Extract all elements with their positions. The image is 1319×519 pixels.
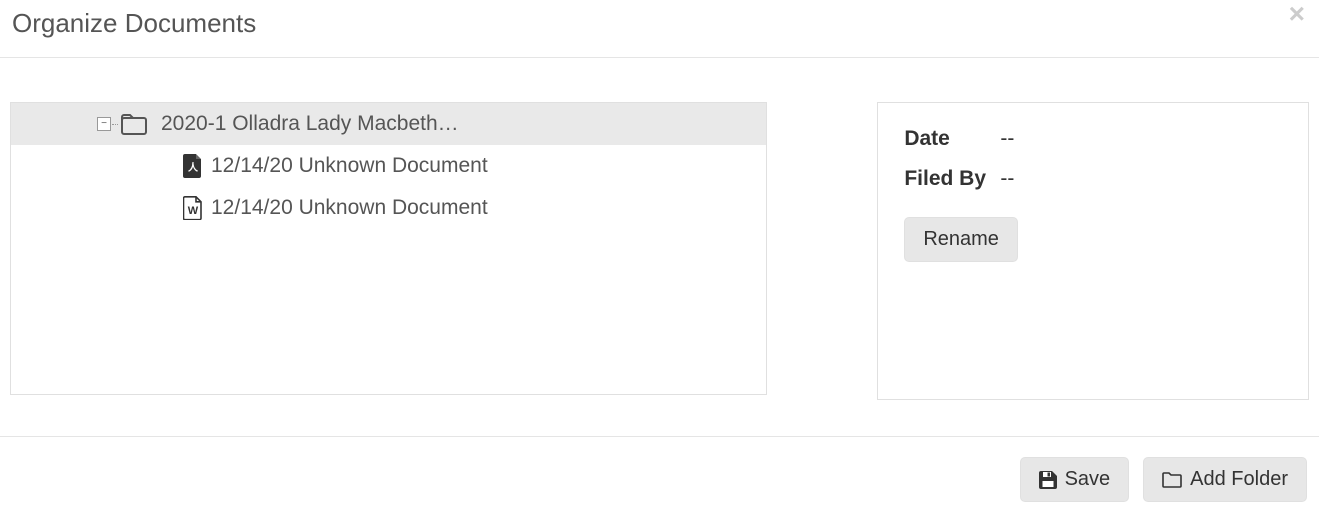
details-panel: Date -- Filed By -- Rename <box>877 102 1309 400</box>
detail-value: -- <box>1000 167 1014 191</box>
word-file-icon: W <box>183 196 203 220</box>
tree-file-row[interactable]: W 12/14/20 Unknown Document <box>11 187 766 229</box>
save-button-label: Save <box>1065 468 1111 491</box>
svg-text:W: W <box>188 205 199 217</box>
modal-body: − 2020-1 Olladra Lady Macbeth… 人 12/14/2… <box>0 58 1319 400</box>
svg-text:人: 人 <box>188 161 199 174</box>
detail-value: -- <box>1000 127 1014 151</box>
save-icon <box>1039 471 1057 489</box>
collapse-glyph: − <box>101 119 107 129</box>
folder-icon <box>121 113 147 135</box>
folder-outline-icon <box>1162 472 1182 488</box>
tree-file-label: 12/14/20 Unknown Document <box>211 196 488 220</box>
tree-folder-row[interactable]: − 2020-1 Olladra Lady Macbeth… <box>11 103 766 145</box>
add-folder-button-label: Add Folder <box>1190 468 1288 491</box>
tree-folder-label: 2020-1 Olladra Lady Macbeth… <box>161 112 459 136</box>
detail-label: Date <box>904 127 1000 151</box>
detail-row-filed-by: Filed By -- <box>904 167 1282 191</box>
rename-button-label: Rename <box>923 228 999 251</box>
add-folder-button[interactable]: Add Folder <box>1143 457 1307 502</box>
modal-title: Organize Documents <box>12 8 1307 39</box>
close-icon[interactable]: × <box>1289 0 1305 28</box>
detail-row-date: Date -- <box>904 127 1282 151</box>
document-tree: − 2020-1 Olladra Lady Macbeth… 人 12/14/2… <box>10 102 767 395</box>
rename-button[interactable]: Rename <box>904 217 1018 262</box>
modal-header: Organize Documents × <box>0 0 1319 58</box>
collapse-icon[interactable]: − <box>97 117 111 131</box>
detail-label: Filed By <box>904 167 1000 191</box>
save-button[interactable]: Save <box>1020 457 1130 502</box>
pdf-file-icon: 人 <box>183 154 203 178</box>
modal-footer: Save Add Folder <box>0 436 1319 502</box>
tree-file-row[interactable]: 人 12/14/20 Unknown Document <box>11 145 766 187</box>
tree-file-label: 12/14/20 Unknown Document <box>211 154 488 178</box>
